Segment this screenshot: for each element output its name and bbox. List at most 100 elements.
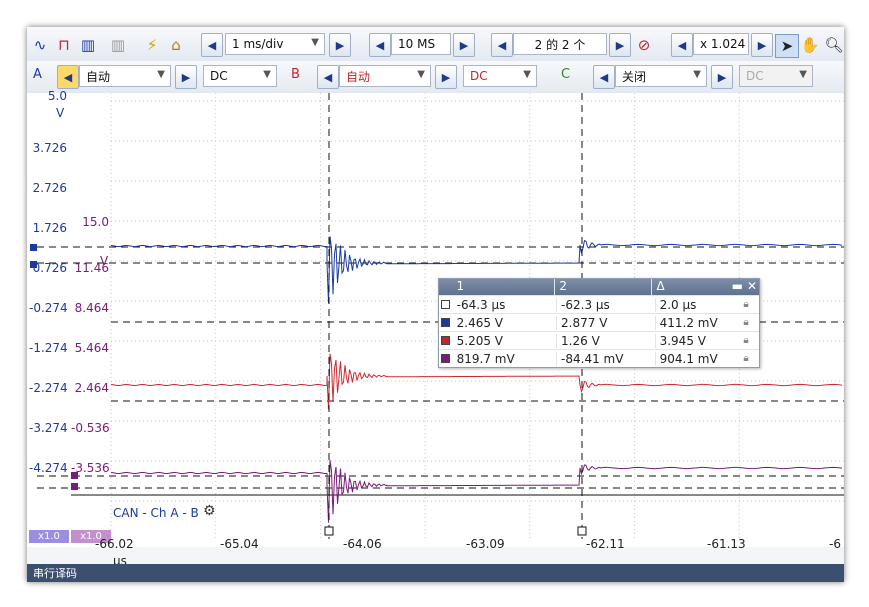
channel-b-prev-button[interactable]: ◀ bbox=[317, 65, 339, 89]
ruler-measurement-table[interactable]: 1 2 Δ ▬ ✕ -64.3 µs -62.3 µs 2.0 µs 🔒︎ 2.… bbox=[438, 278, 760, 368]
trigger-icon[interactable]: ⚡ bbox=[141, 34, 163, 56]
row-math-delta: 904.1 mV bbox=[654, 351, 744, 366]
buffer-next-button[interactable]: ▶ bbox=[609, 33, 631, 57]
row-b-delta: 3.945 V bbox=[654, 333, 744, 348]
chevron-down-icon: ▼ bbox=[693, 69, 701, 80]
channel-b-next-button[interactable]: ▶ bbox=[435, 65, 457, 89]
row-a-v2: 2.877 V bbox=[556, 315, 655, 330]
y-tick-a: 2.726 bbox=[32, 181, 67, 195]
col-ruler-1: 1 bbox=[456, 279, 465, 293]
ruler-1-handle[interactable] bbox=[324, 526, 334, 536]
y-tick-a: 0.726 bbox=[32, 261, 67, 275]
buffer-prev-button[interactable]: ◀ bbox=[491, 33, 513, 57]
decoder-label[interactable]: CAN - Ch A - B bbox=[113, 506, 199, 520]
timebase-next-button[interactable]: ▶ bbox=[329, 33, 351, 57]
channel-c-label[interactable]: C bbox=[561, 67, 570, 82]
lock-icon[interactable]: 🔒︎ bbox=[743, 317, 759, 328]
x-tick: -66.02 bbox=[95, 537, 134, 551]
lock-icon[interactable]: 🔒︎ bbox=[743, 299, 759, 310]
channel-b-label[interactable]: B bbox=[291, 67, 300, 82]
samples-next-button[interactable]: ▶ bbox=[453, 33, 475, 57]
y-tick-b: 8.464 bbox=[74, 301, 109, 315]
zoom-next-button[interactable]: ▶ bbox=[751, 33, 773, 57]
math-waveform bbox=[110, 459, 843, 523]
spectrum-mode-icon[interactable]: ▥ bbox=[77, 34, 99, 56]
x-tick: -65.04 bbox=[220, 537, 259, 551]
scale-a-badge[interactable]: x1.0 bbox=[29, 530, 69, 543]
time-swatch bbox=[441, 300, 451, 309]
y-tick-b: 2.464 bbox=[74, 381, 109, 395]
channel-a-offset-handle[interactable] bbox=[30, 244, 37, 251]
y-tick-a: 3.726 bbox=[32, 141, 67, 155]
channel-a-label[interactable]: A bbox=[33, 67, 42, 82]
lock-icon[interactable]: 🔒︎ bbox=[743, 335, 759, 346]
ruler-2-handle[interactable] bbox=[577, 526, 587, 536]
chevron-down-icon: ▼ bbox=[157, 69, 165, 80]
compass-icon[interactable]: ⊘ bbox=[633, 34, 655, 56]
serial-decode-tab[interactable]: 串行译码 bbox=[33, 565, 77, 581]
y-tick-a: -1.274 bbox=[29, 341, 68, 355]
x-tick: -62.11 bbox=[586, 537, 625, 551]
channel-a-prev-button[interactable]: ◀ bbox=[57, 65, 79, 89]
spectrum-disabled-icon: ▥ bbox=[110, 36, 126, 54]
x-tick: -61.13 bbox=[707, 537, 746, 551]
row-a-delta: 411.2 mV bbox=[654, 315, 744, 330]
row-time-delta: 2.0 µs bbox=[654, 297, 744, 312]
home-icon[interactable]: ⌂ bbox=[165, 34, 187, 56]
channel-a-swatch bbox=[441, 318, 451, 327]
samples-prev-button[interactable]: ◀ bbox=[369, 33, 391, 57]
channel-b-range-value: 自动 bbox=[346, 69, 371, 84]
channel-a-coupling-select[interactable]: DC ▼ bbox=[203, 65, 277, 87]
samples-select[interactable]: 10 MS bbox=[391, 33, 451, 55]
channel-c-range-select[interactable]: 关闭 ▼ bbox=[615, 65, 707, 87]
zoom-value-field[interactable]: x 1.024 bbox=[693, 33, 749, 55]
zoom-tool-icon[interactable]: 🔍︎ bbox=[823, 34, 844, 56]
channel-b-range-select[interactable]: 自动 ▼ bbox=[339, 65, 431, 87]
hand-tool-icon[interactable]: ✋ bbox=[799, 34, 821, 56]
row-a-v1: 2.465 V bbox=[456, 315, 504, 330]
minimize-icon[interactable]: ▬ bbox=[732, 279, 743, 295]
math-ref-handle[interactable] bbox=[71, 483, 78, 490]
x-tick: -64.06 bbox=[343, 537, 382, 551]
status-bar[interactable]: 串行译码 bbox=[27, 564, 844, 582]
row-time-v2: -62.3 µs bbox=[556, 297, 655, 312]
timebase-select[interactable]: 1 ms/div ▼ bbox=[225, 33, 325, 55]
row-b-v1: 5.205 V bbox=[456, 333, 504, 348]
channel-a-coupling-value: DC bbox=[210, 69, 228, 83]
unit-a-label: V bbox=[56, 106, 65, 120]
scope-window: ∿ ⊓ ▥ ▥ ⚡ ⌂ ◀ 1 ms/div ▼ ▶ ◀ 10 MS ▶ ◀ 2 … bbox=[27, 27, 844, 582]
main-toolbar: ∿ ⊓ ▥ ▥ ⚡ ⌂ ◀ 1 ms/div ▼ ▶ ◀ 10 MS ▶ ◀ 2 … bbox=[27, 27, 844, 62]
scope-mode-icon[interactable]: ∿ bbox=[29, 34, 51, 56]
chevron-down-icon: ▼ bbox=[263, 69, 271, 80]
lock-icon[interactable]: 🔒︎ bbox=[743, 353, 759, 364]
row-b-v2: 1.26 V bbox=[556, 333, 655, 348]
table-header: 1 2 Δ ▬ ✕ bbox=[439, 279, 759, 295]
buffer-value: 2 的 2 个 bbox=[534, 37, 586, 52]
x-tick: -6 bbox=[829, 537, 841, 551]
y-tick-a: -0.274 bbox=[29, 301, 68, 315]
channel-c-next-button[interactable]: ▶ bbox=[711, 65, 733, 89]
x-tick: -63.09 bbox=[466, 537, 505, 551]
chevron-down-icon: ▼ bbox=[417, 69, 425, 80]
timebase-prev-button[interactable]: ◀ bbox=[201, 33, 223, 57]
y-tick-b: -0.536 bbox=[71, 421, 110, 435]
table-row: -64.3 µs -62.3 µs 2.0 µs 🔒︎ bbox=[439, 295, 759, 313]
close-icon[interactable]: ✕ bbox=[747, 279, 757, 295]
y-tick-b: 15.0 bbox=[82, 215, 109, 229]
channel-a-next-button[interactable]: ▶ bbox=[175, 65, 197, 89]
channel-c-prev-button[interactable]: ◀ bbox=[593, 65, 615, 89]
channel-a-range-select[interactable]: 自动 ▼ bbox=[79, 65, 171, 87]
y-tick-b: 11.46 bbox=[74, 261, 109, 275]
waveform-plot[interactable]: V V 5.0 3.726 2.726 1.726 0.726 -0.274 -1.274-… bbox=[27, 89, 844, 547]
table-row: 2.465 V 2.877 V 411.2 mV 🔒︎ bbox=[439, 313, 759, 331]
channel-c-coupling-select: DC ▼ bbox=[739, 65, 813, 87]
zoom-prev-button[interactable]: ◀ bbox=[671, 33, 693, 57]
persistence-mode-icon[interactable]: ⊓ bbox=[53, 34, 75, 56]
channel-c-coupling-value: DC bbox=[746, 69, 764, 83]
buffer-select[interactable]: 2 的 2 个 bbox=[513, 33, 607, 55]
gear-icon[interactable]: ⚙ bbox=[203, 503, 216, 519]
channel-b-swatch bbox=[441, 336, 451, 345]
channel-b-coupling-select[interactable]: DC ▼ bbox=[463, 65, 537, 87]
row-math-v1: 819.7 mV bbox=[456, 351, 515, 366]
pointer-tool-icon[interactable]: ➤ bbox=[775, 34, 799, 58]
